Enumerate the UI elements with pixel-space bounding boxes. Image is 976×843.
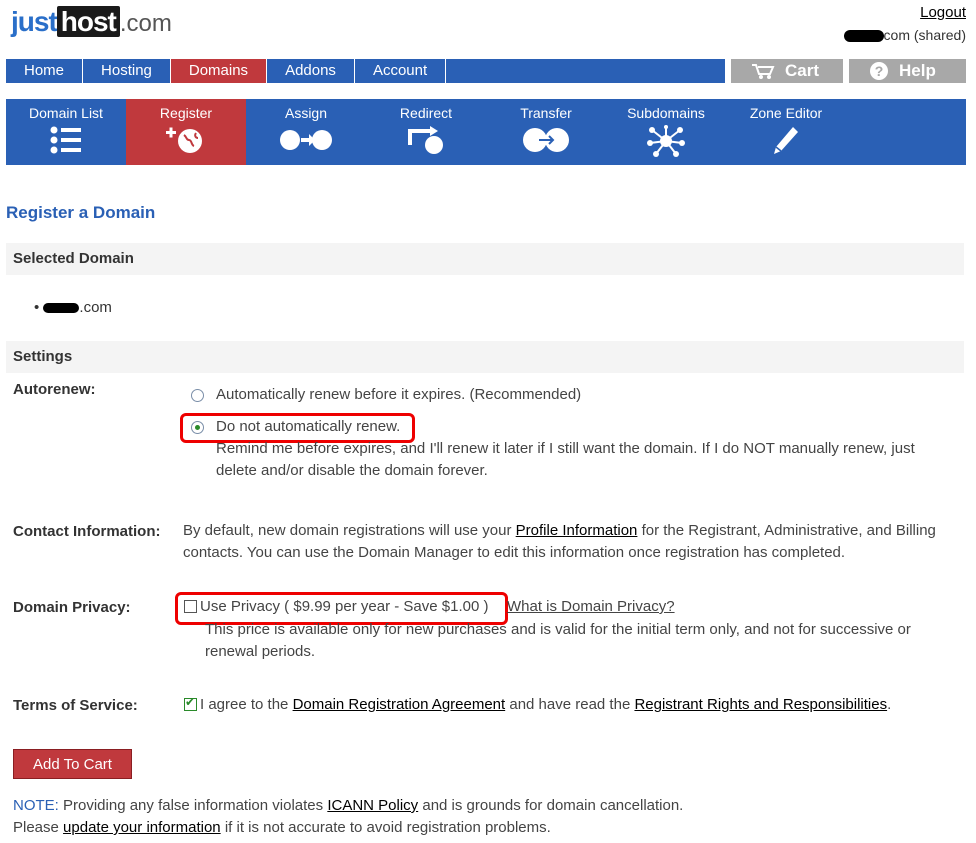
privacy-checkbox[interactable] xyxy=(184,600,197,613)
nav-account[interactable]: Account xyxy=(355,59,447,83)
bullet: • xyxy=(34,299,44,316)
cart-button[interactable]: Cart xyxy=(731,59,843,83)
tab-label: Redirect xyxy=(399,105,453,121)
tab-label: Transfer xyxy=(520,105,572,121)
privacy-desc-1: This price is available only for new pur… xyxy=(205,621,911,638)
nav-domains[interactable]: Domains xyxy=(170,59,268,83)
cart-icon xyxy=(752,64,775,79)
contact-post: for the Registrant, Administrative, and … xyxy=(637,522,936,539)
top-navigation: Home Hosting Domains Addons Account xyxy=(6,59,725,83)
nav-hosting[interactable]: Hosting xyxy=(83,59,171,83)
contact-info-line2: contacts. You can use the Domain Manager… xyxy=(183,544,846,561)
redacted-domain xyxy=(43,303,80,314)
selected-domain-item: • .com xyxy=(34,299,112,316)
logo-host: host xyxy=(56,6,120,37)
assign-icon xyxy=(280,130,332,150)
line2-post: if it is not accurate to avoid registrat… xyxy=(220,819,551,836)
line2-pre: Please xyxy=(13,819,64,836)
account-suffix: com (shared) xyxy=(883,27,966,43)
page-title: Register a Domain xyxy=(6,203,156,222)
tos-text: I agree to the Domain Registration Agree… xyxy=(200,694,891,716)
tab-subdomains[interactable]: Subdomains xyxy=(606,99,726,165)
contact-info-label: Contact Information: xyxy=(13,523,161,540)
what-is-privacy-link[interactable]: What is Domain Privacy? xyxy=(507,596,675,618)
privacy-desc-2: renewal periods. xyxy=(205,643,316,660)
help-icon: ? xyxy=(870,62,888,80)
tab-assign[interactable]: Assign xyxy=(246,99,366,165)
tab-label: Register xyxy=(159,105,213,121)
transfer-icon xyxy=(523,128,569,152)
add-globe-icon xyxy=(166,127,202,153)
logo-com: .com xyxy=(119,10,172,37)
cart-label: Cart xyxy=(785,61,820,80)
selected-domain-heading: Selected Domain xyxy=(6,243,964,275)
autorenew-manual-desc-1: Remind me before expires, and I'll renew… xyxy=(216,440,915,457)
tab-redirect[interactable]: Redirect xyxy=(366,99,486,165)
registration-agreement-link[interactable]: Domain Registration Agreement xyxy=(293,696,506,713)
privacy-option-label[interactable]: Use Privacy ( $9.99 per year - Save $1.0… xyxy=(200,596,488,618)
icann-policy-link[interactable]: ICANN Policy xyxy=(327,797,418,814)
tos-checkbox[interactable] xyxy=(184,695,197,711)
autorenew-auto-label[interactable]: Automatically renew before it expires. (… xyxy=(216,384,581,406)
note-line-2: Please update your information if it is … xyxy=(13,819,551,836)
help-label: Help xyxy=(899,61,936,80)
tab-label: Domain List xyxy=(29,105,103,121)
site-logo[interactable]: just host .com xyxy=(11,6,172,44)
tab-label: Subdomains xyxy=(627,105,705,121)
tos-post: . xyxy=(887,696,892,713)
note-post: and is grounds for domain cancellation. xyxy=(418,797,684,814)
autorenew-label: Autorenew: xyxy=(13,381,96,398)
autorenew-manual-label[interactable]: Do not automatically renew. xyxy=(216,416,400,438)
contact-pre: By default, new domain registrations wil… xyxy=(183,522,516,539)
tab-label: Assign xyxy=(284,105,328,121)
tab-zone-editor[interactable]: Zone Editor xyxy=(726,99,846,165)
pencil-icon xyxy=(774,127,798,154)
contact-info-text: By default, new domain registrations wil… xyxy=(183,520,936,542)
tos-mid: and have read the xyxy=(505,696,635,713)
svg-text:?: ? xyxy=(875,63,884,79)
nav-addons[interactable]: Addons xyxy=(267,59,355,83)
domains-subnav: Domain List Register Assign Redirect Tra… xyxy=(6,99,966,165)
domain-suffix: .com xyxy=(79,299,112,316)
autorenew-auto-radio[interactable] xyxy=(191,389,204,402)
domain-privacy-label: Domain Privacy: xyxy=(13,599,131,616)
nav-home[interactable]: Home xyxy=(6,59,84,83)
note-pre: Providing any false information violates xyxy=(58,797,328,814)
autorenew-manual-desc-2: delete and/or disable the domain forever… xyxy=(216,462,488,479)
autorenew-manual-radio[interactable] xyxy=(191,421,204,434)
tab-transfer[interactable]: Transfer xyxy=(486,99,606,165)
help-button[interactable]: ? Help xyxy=(849,59,966,83)
tab-register[interactable]: Register xyxy=(126,99,246,165)
account-name: com (shared) xyxy=(843,27,966,43)
tab-label: Zone Editor xyxy=(749,105,823,121)
registrant-rights-link[interactable]: Registrant Rights and Responsibilities xyxy=(634,696,887,713)
add-to-cart-button[interactable]: Add To Cart xyxy=(13,749,132,779)
redacted-domain xyxy=(843,30,884,43)
logo-just: just xyxy=(11,6,58,37)
tos-label: Terms of Service: xyxy=(13,697,138,714)
profile-information-link[interactable]: Profile Information xyxy=(516,522,638,539)
logout-link[interactable]: Logout xyxy=(920,4,966,21)
update-information-link[interactable]: update your information xyxy=(63,819,221,836)
list-icon xyxy=(50,126,81,154)
tos-pre: I agree to the xyxy=(200,696,293,713)
tab-domain-list[interactable]: Domain List xyxy=(6,99,126,165)
redirect-icon xyxy=(408,126,443,154)
note-label: NOTE: xyxy=(13,797,59,814)
settings-heading: Settings xyxy=(6,341,964,373)
note-line-1: NOTE: Providing any false information vi… xyxy=(13,797,683,814)
subdomains-icon xyxy=(647,125,685,157)
